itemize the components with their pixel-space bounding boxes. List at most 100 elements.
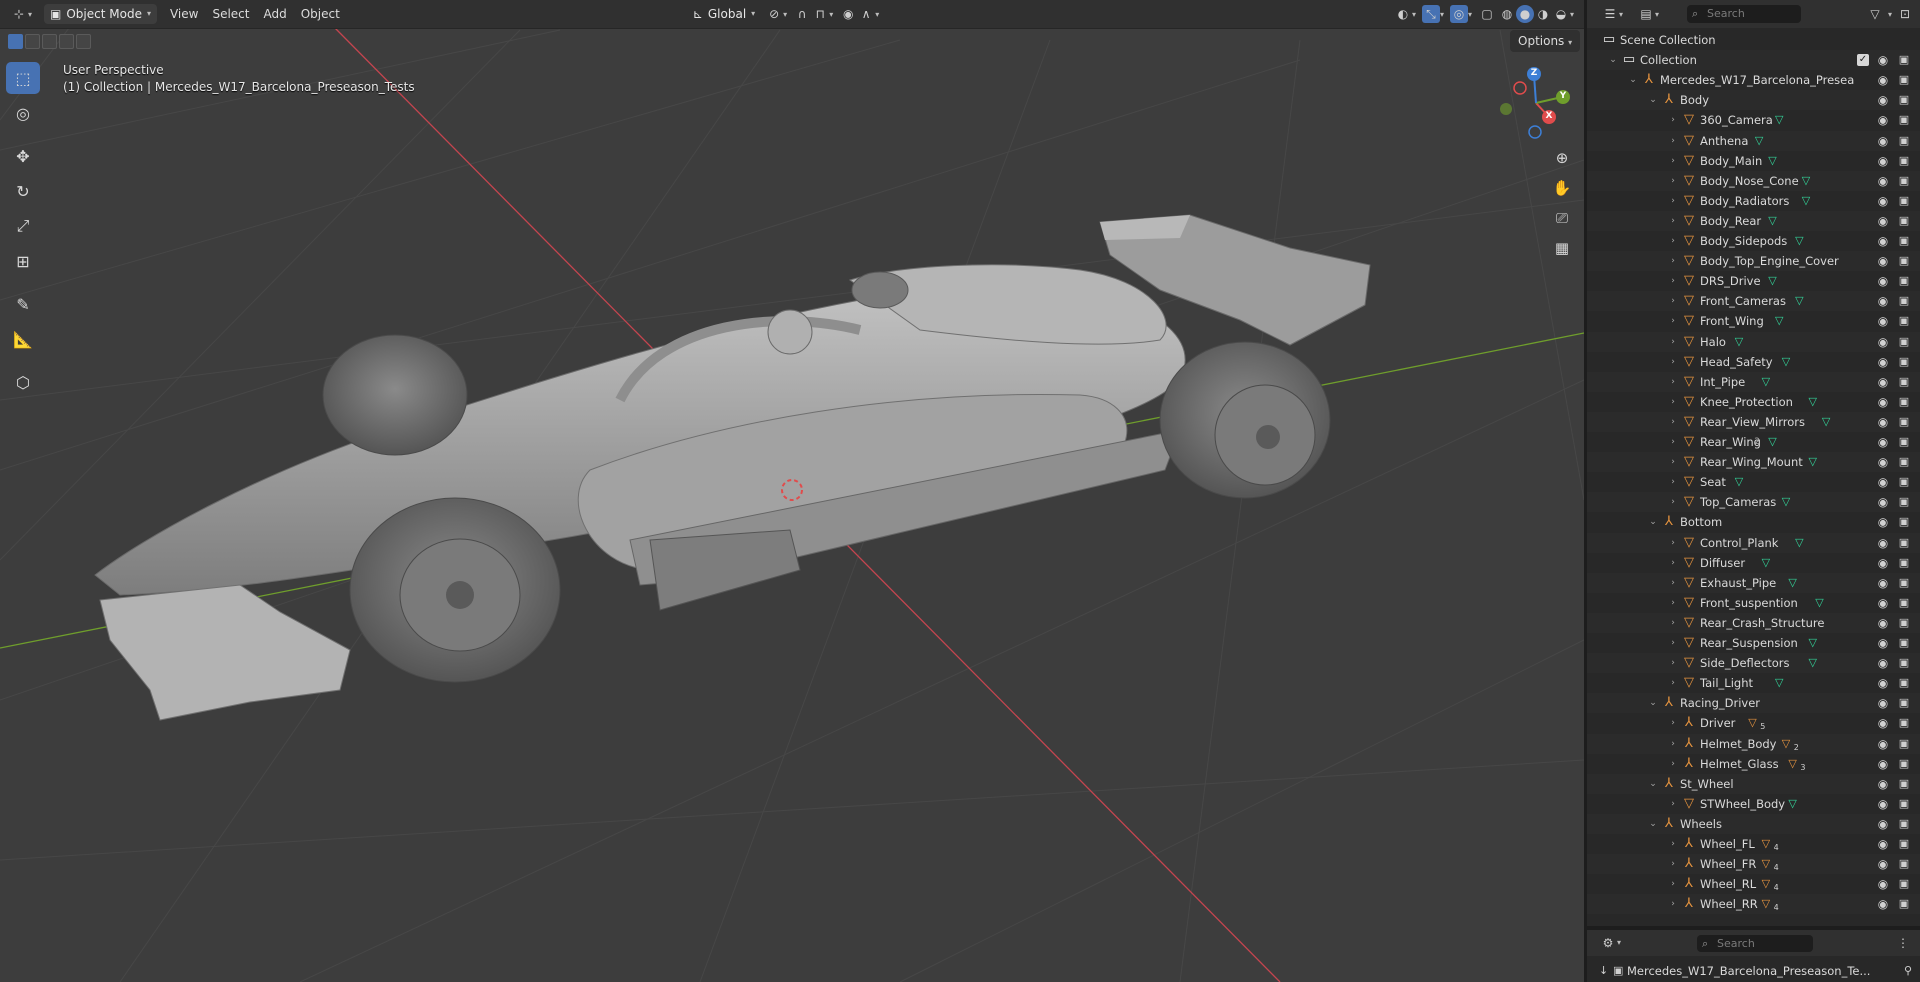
render-camera-icon[interactable]: ▣	[1896, 271, 1912, 291]
visibility-eye-icon[interactable]: ◉	[1875, 191, 1891, 211]
outliner-row[interactable]: › ▽ Body_Radiators ▽ ◉ ▣	[1587, 191, 1920, 211]
render-camera-icon[interactable]: ▣	[1896, 90, 1912, 110]
render-camera-icon[interactable]: ▣	[1896, 613, 1912, 633]
overlays-caret[interactable]: ▾	[1468, 10, 1472, 19]
menu-select[interactable]: Select	[205, 4, 256, 24]
visibility-eye-icon[interactable]: ◉	[1875, 553, 1891, 573]
expand-arrow-icon[interactable]: ›	[1667, 231, 1679, 251]
pan-hand-icon[interactable]: ✋	[1548, 174, 1576, 202]
mesh-data-icon[interactable]: ▽	[1762, 372, 1770, 392]
mesh-data-icon[interactable]: ▽	[1782, 352, 1790, 372]
visibility-eye-icon[interactable]: ◉	[1875, 151, 1891, 171]
expand-arrow-icon[interactable]: ›	[1667, 171, 1679, 191]
scale-tool-icon[interactable]: ⤢	[6, 210, 40, 242]
outliner-row[interactable]: › ▽ Front_suspention ▽ ◉ ▣	[1587, 593, 1920, 613]
outliner-row[interactable]: › ▽ Control_Plank ▽ ◉ ▣	[1587, 532, 1920, 553]
collapse-arrow-icon[interactable]: ⌄	[1647, 814, 1659, 834]
editor-type-icon[interactable]: ☰	[1601, 5, 1619, 23]
visibility-eye-icon[interactable]: ◉	[1875, 894, 1891, 914]
render-camera-icon[interactable]: ▣	[1896, 432, 1912, 452]
overlays-icon[interactable]: ◎	[1449, 5, 1468, 23]
filter-icon[interactable]: ▽	[1866, 5, 1884, 23]
outliner-row[interactable]: › ▽ Rear_Suspension ▽ ◉ ▣	[1587, 633, 1920, 653]
outliner-row[interactable]: ⌄ ⅄ Wheels ◉ ▣	[1587, 813, 1920, 834]
mesh-data-icon[interactable]: ▽	[1775, 311, 1783, 331]
outliner-row[interactable]: ⌄ ⅄ Bottom ◉ ▣	[1587, 512, 1920, 532]
outliner-row[interactable]: › ▽ Seat ▽ ◉ ▣	[1587, 472, 1920, 492]
outliner-row[interactable]: › ▽ Rear_View_Mirrors ▽ ◉ ▣	[1587, 411, 1920, 432]
visibility-eye-icon[interactable]: ◉	[1875, 854, 1891, 874]
annotate-tool-icon[interactable]: ✎	[6, 288, 40, 320]
expand-arrow-icon[interactable]: ›	[1667, 794, 1679, 814]
outliner-row[interactable]: ⌄ ⅄ Body ◉ ▣	[1587, 90, 1920, 111]
visibility-eye-icon[interactable]: ◉	[1875, 693, 1891, 713]
visibility-eye-icon[interactable]: ◉	[1875, 432, 1891, 452]
visibility-eye-icon[interactable]: ◉	[1875, 311, 1891, 331]
render-camera-icon[interactable]: ▣	[1896, 231, 1912, 251]
mesh-data-icon[interactable]: ▽	[1795, 533, 1803, 553]
visibility-eye-icon[interactable]: ◉	[1875, 171, 1891, 191]
expand-arrow-icon[interactable]: ›	[1667, 211, 1679, 231]
render-camera-icon[interactable]: ▣	[1896, 633, 1912, 653]
mesh-data-icon[interactable]: ▽	[1809, 653, 1817, 673]
outliner-row[interactable]: › ▽ Diffuser ▽ ◉ ▣	[1587, 553, 1920, 573]
outliner-row[interactable]: › ▽ Body_Rear ▽ ◉ ▣	[1587, 210, 1920, 231]
pivot-point-icon[interactable]: ⊘	[765, 5, 783, 23]
editor-type-icon[interactable]: ⊹	[10, 5, 28, 23]
expand-arrow-icon[interactable]: ›	[1667, 110, 1679, 130]
measure-tool-icon[interactable]: 📐	[6, 323, 40, 355]
render-camera-icon[interactable]: ▣	[1896, 874, 1912, 894]
snap-icon[interactable]: ∩	[793, 5, 811, 23]
render-camera-icon[interactable]: ▣	[1896, 492, 1912, 512]
render-camera-icon[interactable]: ▣	[1896, 412, 1912, 432]
outliner-row[interactable]: › ⅄ Wheel_RL ▽ 4 ◉ ▣	[1587, 874, 1920, 894]
options-icon[interactable]: ⋮	[1894, 934, 1912, 952]
shading-caret[interactable]: ▾	[1570, 10, 1574, 19]
gizmo-y-label[interactable]: Y	[1556, 91, 1570, 101]
render-camera-icon[interactable]: ▣	[1896, 291, 1912, 311]
expand-arrow-icon[interactable]: ›	[1667, 452, 1679, 472]
new-collection-icon[interactable]: ⊡	[1896, 5, 1914, 23]
rotate-tool-icon[interactable]: ↻	[6, 175, 40, 207]
visibility-eye-icon[interactable]: ◉	[1875, 231, 1891, 251]
snap-caret[interactable]: ▾	[829, 10, 833, 19]
render-camera-icon[interactable]: ▣	[1896, 693, 1912, 713]
visibility-eye-icon[interactable]: ◉	[1875, 593, 1891, 613]
menu-add[interactable]: Add	[256, 4, 293, 24]
select-intersect-icon[interactable]	[76, 33, 91, 49]
solid-shading-icon[interactable]: ●	[1515, 5, 1534, 23]
mesh-data-icon[interactable]: ▽	[1762, 553, 1770, 573]
render-camera-icon[interactable]: ▣	[1896, 794, 1912, 814]
expand-arrow-icon[interactable]: ›	[1667, 271, 1679, 291]
visibility-caret[interactable]: ▾	[1412, 10, 1416, 19]
rendered-shading-icon[interactable]: ◒	[1552, 5, 1570, 23]
mesh-data-icon[interactable]: ▽	[1775, 673, 1783, 693]
children-icon[interactable]: ▽	[1762, 834, 1770, 854]
gizmo-caret[interactable]: ▾	[1440, 10, 1444, 19]
outliner-row[interactable]: › ▽ Halo ▽ ◉ ▣	[1587, 331, 1920, 352]
expand-arrow-icon[interactable]: ›	[1667, 291, 1679, 311]
visibility-eye-icon[interactable]: ◉	[1875, 673, 1891, 693]
render-camera-icon[interactable]: ▣	[1896, 533, 1912, 553]
visibility-eye-icon[interactable]: ◉	[1875, 613, 1891, 633]
zoom-icon[interactable]: ⊕	[1548, 144, 1576, 172]
visibility-eye-icon[interactable]: ◉	[1875, 70, 1891, 90]
display-mode-caret[interactable]: ▾	[1655, 10, 1659, 19]
visibility-eye-icon[interactable]: ◉	[1875, 271, 1891, 291]
outliner-row[interactable]: › ▽ Rear_Crash_Structure ◉ ▣	[1587, 612, 1920, 633]
render-camera-icon[interactable]: ▣	[1896, 713, 1912, 733]
visibility-eye-icon[interactable]: ◉	[1875, 90, 1891, 110]
mesh-data-icon[interactable]: ▽	[1735, 332, 1743, 352]
children-icon[interactable]: ▽	[1788, 754, 1796, 774]
select-box-tool-icon[interactable]: ⬚	[6, 62, 40, 94]
mesh-data-icon[interactable]: ▽	[1788, 794, 1796, 814]
render-camera-icon[interactable]: ▣	[1896, 814, 1912, 834]
render-camera-icon[interactable]: ▣	[1896, 754, 1912, 774]
mesh-data-icon[interactable]: ▽	[1768, 432, 1776, 452]
wireframe-shading-icon[interactable]: ◍	[1498, 5, 1516, 23]
mesh-data-icon[interactable]: ▽	[1775, 110, 1783, 130]
render-camera-icon[interactable]: ▣	[1896, 774, 1912, 794]
expand-arrow-icon[interactable]: ›	[1667, 653, 1679, 673]
mesh-data-icon[interactable]: ▽	[1815, 593, 1823, 613]
outliner-row[interactable]: › ▽ Rear_Wing_Mount ▽ ◉ ▣	[1587, 452, 1920, 473]
